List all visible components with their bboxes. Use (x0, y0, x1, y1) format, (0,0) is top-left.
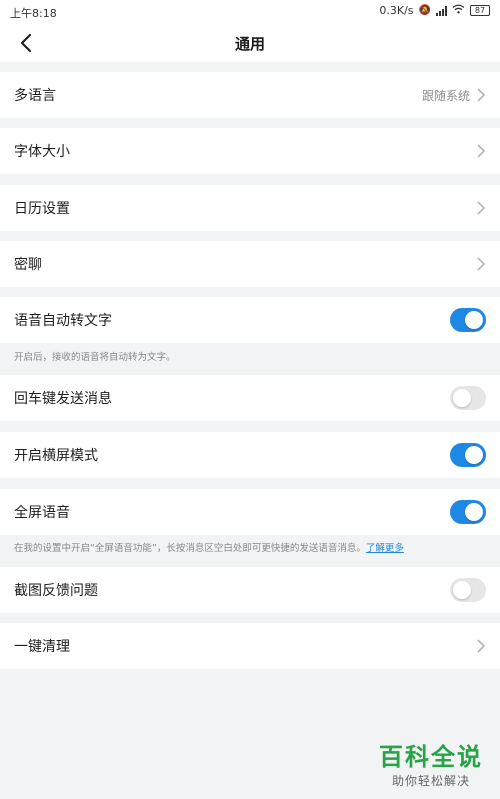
setting-secret-chat[interactable]: 密聊 (0, 241, 500, 287)
fullscreen-voice-note: 在我的设置中开启“全屏语音功能”，长按消息区空白处即可更快捷的发送语音消息。了解… (14, 542, 486, 556)
setting-label: 语音自动转文字 (14, 313, 112, 329)
setting-label: 开启横屏模式 (14, 448, 98, 464)
watermark-subtitle: 助你轻松解决 (391, 774, 470, 788)
voice-to-text-note: 开启后，接收的语音将自动转为文字。 (14, 352, 176, 363)
toggle-knob (465, 311, 483, 329)
learn-more-link[interactable]: 了解更多 (366, 543, 404, 554)
mute-icon: 🔕 (418, 5, 431, 16)
status-bar: 上午8:18 0.3K/s 🔕 87 (0, 0, 500, 24)
chevron-right-icon (477, 201, 486, 215)
landscape-toggle[interactable] (450, 443, 486, 467)
setting-multilanguage[interactable]: 多语言 跟随系统 (0, 72, 500, 118)
watermark-title: 百科全说 (379, 743, 483, 771)
chevron-right-icon (477, 639, 486, 653)
setting-label: 回车键发送消息 (14, 391, 112, 407)
fullscreen-voice-toggle[interactable] (450, 500, 486, 524)
setting-screenshot-feedback: 截图反馈问题 (0, 567, 500, 613)
setting-fullscreen-voice: 全屏语音 (0, 489, 500, 535)
chevron-right-icon (477, 88, 486, 102)
chevron-right-icon (477, 257, 486, 271)
setting-label: 全屏语音 (14, 505, 70, 521)
voice-to-text-toggle[interactable] (450, 308, 486, 332)
chevron-right-icon (477, 144, 486, 158)
setting-value: 跟随系统 (421, 88, 470, 103)
setting-label: 一键清理 (14, 639, 70, 655)
setting-label: 密聊 (14, 257, 42, 273)
setting-label: 字体大小 (14, 144, 70, 160)
status-time: 上午8:18 (10, 7, 57, 20)
screenshot-feedback-toggle[interactable] (450, 578, 486, 602)
enter-send-toggle[interactable] (450, 386, 486, 410)
page-title: 通用 (234, 35, 265, 53)
note-text: 在我的设置中开启“全屏语音功能”，长按消息区空白处即可更快捷的发送语音消息。 (14, 543, 366, 554)
setting-label: 多语言 (14, 88, 56, 104)
signal-icon (436, 5, 447, 16)
setting-font-size[interactable]: 字体大小 (0, 128, 500, 174)
setting-voice-to-text: 语音自动转文字 (0, 297, 500, 343)
wifi-icon (452, 4, 465, 17)
setting-enter-send: 回车键发送消息 (0, 375, 500, 421)
setting-label: 截图反馈问题 (14, 583, 98, 599)
setting-one-click-clean[interactable]: 一键清理 (0, 623, 500, 669)
title-bar: 通用 (0, 24, 500, 62)
setting-landscape: 开启横屏模式 (0, 432, 500, 478)
toggle-knob (465, 446, 483, 464)
toggle-knob (453, 389, 471, 407)
net-speed: 0.3K/s (379, 4, 414, 17)
watermark-logo: 百科全说 助你轻松解决 (370, 737, 492, 789)
toggle-knob (453, 581, 471, 599)
setting-calendar[interactable]: 日历设置 (0, 185, 500, 231)
setting-label: 日历设置 (14, 201, 70, 217)
toggle-knob (465, 503, 483, 521)
battery-icon: 87 (470, 5, 490, 16)
